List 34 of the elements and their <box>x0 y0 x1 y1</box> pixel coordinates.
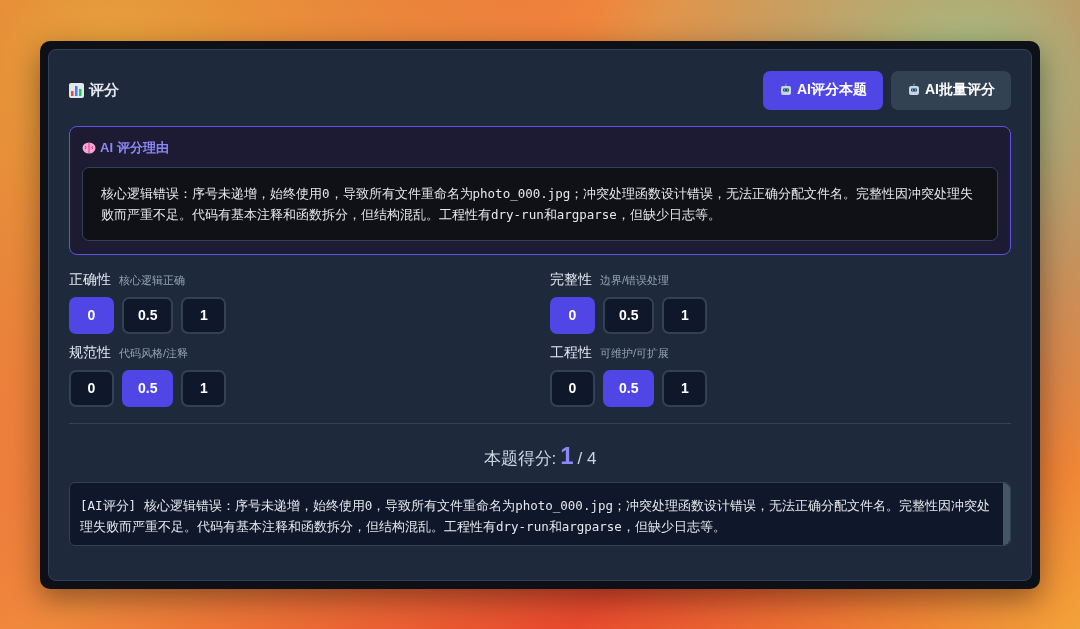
score-option[interactable]: 0.5 <box>603 369 655 407</box>
score-option[interactable]: 1 <box>662 296 708 334</box>
score-total: / 4 <box>577 448 597 469</box>
criterion-name: 正确性 <box>69 270 111 289</box>
ai-grade-button[interactable]: AI批量评分 <box>891 70 1011 110</box>
score-value: 1 <box>560 441 574 470</box>
robot-icon <box>779 83 793 97</box>
score-option[interactable]: 0.5 <box>603 296 655 334</box>
score-option[interactable]: 0 <box>69 369 114 407</box>
score-option[interactable]: 1 <box>662 369 708 407</box>
score-option[interactable]: 0 <box>550 296 595 334</box>
ai-grade-button[interactable]: AI评分本题 <box>763 70 883 110</box>
comment-field[interactable]: [AI评分] 核心逻辑错误：序号未递增，始终使用0，导致所有文件重命名为photo_000.jpg；冲突处理函数设计错误，无法正确分配文件名。完整性因冲突处理失败而严重不足。代码有基本注释和函数拆分，但结构混乱。工程性有dry-run和argparse，但缺少日志等。 <box>69 481 1011 546</box>
reason-title: AI 评分理由 <box>100 138 169 157</box>
score-option[interactable]: 0.5 <box>122 296 174 334</box>
score-option[interactable]: 1 <box>181 296 227 334</box>
score-option[interactable]: 0.5 <box>122 369 174 407</box>
section-title: 评分 <box>89 80 119 100</box>
criterion-name: 规范性 <box>69 343 111 362</box>
brain-icon <box>82 141 96 154</box>
score-option[interactable]: 1 <box>181 369 227 407</box>
criterion-hint: 代码风格/注释 <box>119 345 189 361</box>
criterion-hint: 可维护/可扩展 <box>600 345 670 361</box>
robot-icon <box>907 83 921 97</box>
criterion-hint: 核心逻辑正确 <box>119 272 185 288</box>
criterion-hint: 边界/错误处理 <box>600 272 670 288</box>
reason-text: 核心逻辑错误：序号未递增，始终使用0，导致所有文件重命名为photo_000.jpg；冲突处理函数设计错误，无法正确分配文件名。完整性因冲突处理失败而严重不足。代码有基本注释和函数拆分，但结构混乱。工程性有dry-run和argparse，但缺少日志等。 <box>82 166 998 241</box>
score-option[interactable]: 0 <box>69 296 114 334</box>
scrollbar[interactable] <box>1003 482 1010 545</box>
score-label: 本题得分: <box>483 447 557 470</box>
bar-chart-icon <box>69 82 84 98</box>
score-option[interactable]: 0 <box>550 369 595 407</box>
criterion-name: 完整性 <box>550 270 592 289</box>
criterion-name: 工程性 <box>550 343 592 362</box>
